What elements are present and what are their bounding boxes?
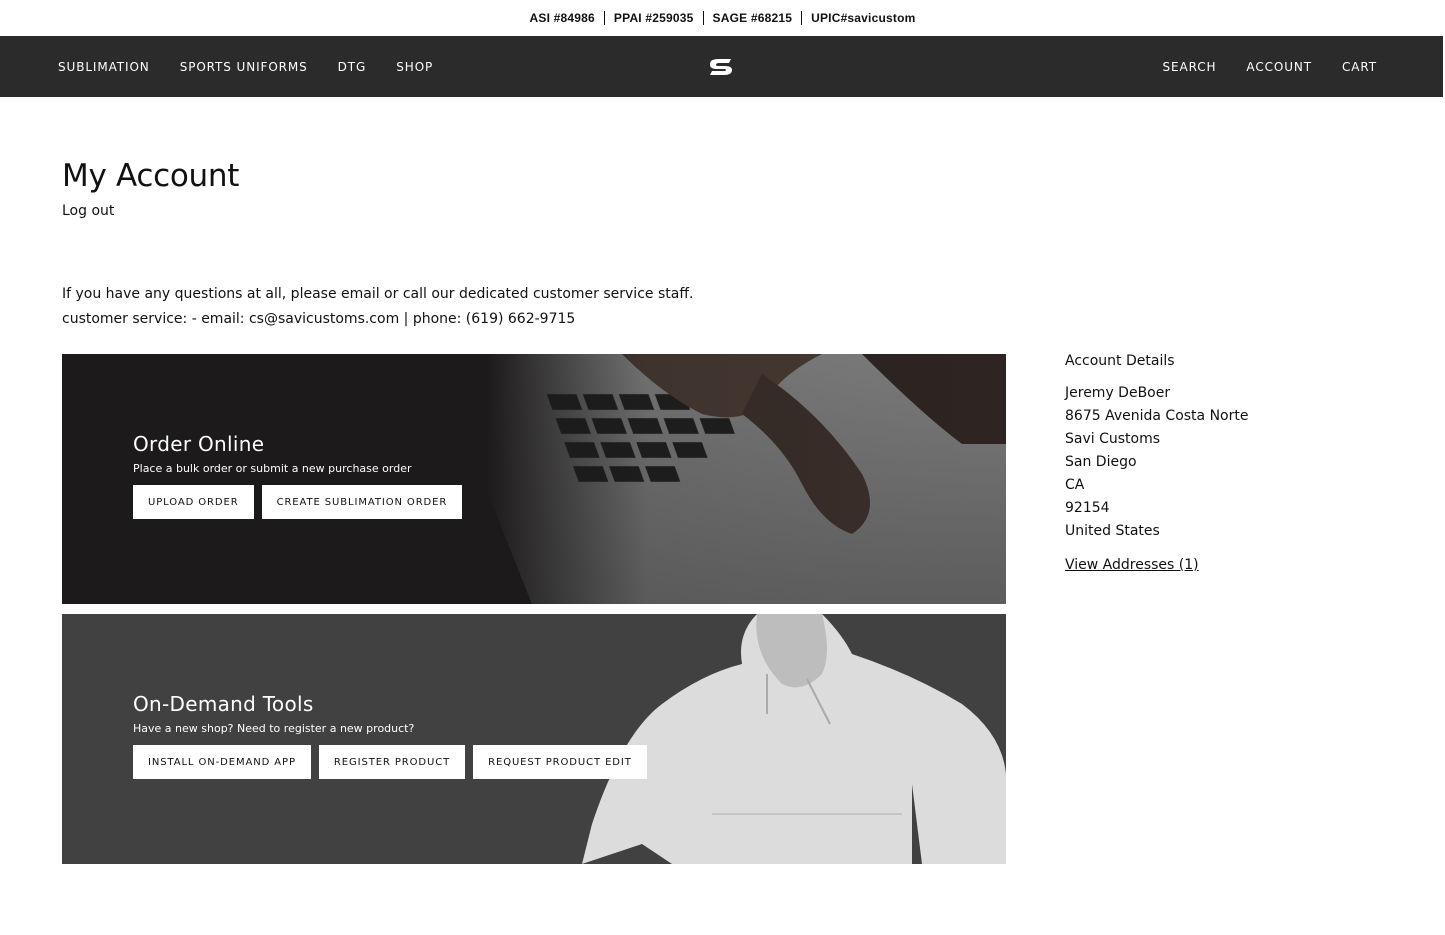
- create-sublimation-order-button[interactable]: CREATE SUBLIMATION ORDER: [261, 485, 463, 519]
- nav-sports-uniforms[interactable]: SPORTS UNIFORMS: [180, 60, 308, 74]
- account-name: Jeremy DeBoer: [1065, 385, 1171, 401]
- credential-sage: SAGE #68215: [702, 11, 802, 25]
- intro-line: If you have any questions at all, please…: [62, 286, 694, 302]
- credential-asi: ASI #84986: [529, 11, 595, 25]
- account-country: United States: [1065, 523, 1160, 539]
- order-online-content: Order Online Place a bulk order or submi…: [133, 432, 470, 519]
- on-demand-tools-panel: On-Demand Tools Have a new shop? Need to…: [62, 614, 1006, 864]
- on-demand-tools-buttons: INSTALL ON-DEMAND APP REGISTER PRODUCT R…: [133, 745, 655, 779]
- nav-account[interactable]: ACCOUNT: [1246, 60, 1312, 74]
- view-addresses-link[interactable]: View Addresses (1): [1065, 557, 1199, 573]
- page-title: My Account: [62, 158, 240, 194]
- account-details: Account Details Jeremy DeBoer 8675 Aveni…: [1065, 353, 1248, 573]
- customer-service-info: If you have any questions at all, please…: [62, 282, 693, 332]
- request-product-edit-button[interactable]: REQUEST PRODUCT EDIT: [473, 745, 647, 779]
- on-demand-tools-content: On-Demand Tools Have a new shop? Need to…: [133, 692, 655, 779]
- account-city: San Diego: [1065, 454, 1137, 470]
- nav-left-menu: SUBLIMATION SPORTS UNIFORMS DTG SHOP: [58, 36, 463, 97]
- nav-right-menu: SEARCH ACCOUNT CART: [1132, 36, 1377, 97]
- order-online-panel: Order Online Place a bulk order or submi…: [62, 354, 1006, 604]
- on-demand-tools-title: On-Demand Tools: [133, 692, 314, 716]
- account-details-heading: Account Details: [1065, 353, 1175, 369]
- register-product-button[interactable]: REGISTER PRODUCT: [318, 745, 466, 779]
- nav-dtg[interactable]: DTG: [338, 60, 367, 74]
- contact-line: customer service: - email: cs@savicustom…: [62, 311, 576, 327]
- credential-ppai: PPAI #259035: [603, 11, 703, 25]
- nav-search[interactable]: SEARCH: [1162, 60, 1216, 74]
- order-online-subtitle: Place a bulk order or submit a new purch…: [133, 462, 412, 475]
- nav-shop[interactable]: SHOP: [396, 60, 433, 74]
- main-nav: SUBLIMATION SPORTS UNIFORMS DTG SHOP SEA…: [0, 36, 1443, 97]
- account-street: 8675 Avenida Costa Norte: [1065, 408, 1249, 424]
- account-zip: 92154: [1065, 500, 1110, 516]
- install-on-demand-app-button[interactable]: INSTALL ON-DEMAND APP: [133, 745, 311, 779]
- nav-sublimation[interactable]: SUBLIMATION: [58, 60, 150, 74]
- account-company: Savi Customs: [1065, 431, 1161, 447]
- logout-link[interactable]: Log out: [62, 203, 114, 219]
- order-online-buttons: UPLOAD ORDER CREATE SUBLIMATION ORDER: [133, 485, 470, 519]
- nav-cart[interactable]: CART: [1342, 60, 1377, 74]
- upload-order-button[interactable]: UPLOAD ORDER: [133, 485, 254, 519]
- credential-upic: UPIC#savicustom: [801, 11, 924, 25]
- order-online-title: Order Online: [133, 432, 265, 456]
- savi-s-logo-icon[interactable]: [707, 58, 735, 76]
- on-demand-tools-subtitle: Have a new shop? Need to register a new …: [133, 722, 415, 735]
- account-state: CA: [1065, 477, 1085, 493]
- credentials-bar: ASI #84986 PPAI #259035 SAGE #68215 UPIC…: [0, 0, 1445, 36]
